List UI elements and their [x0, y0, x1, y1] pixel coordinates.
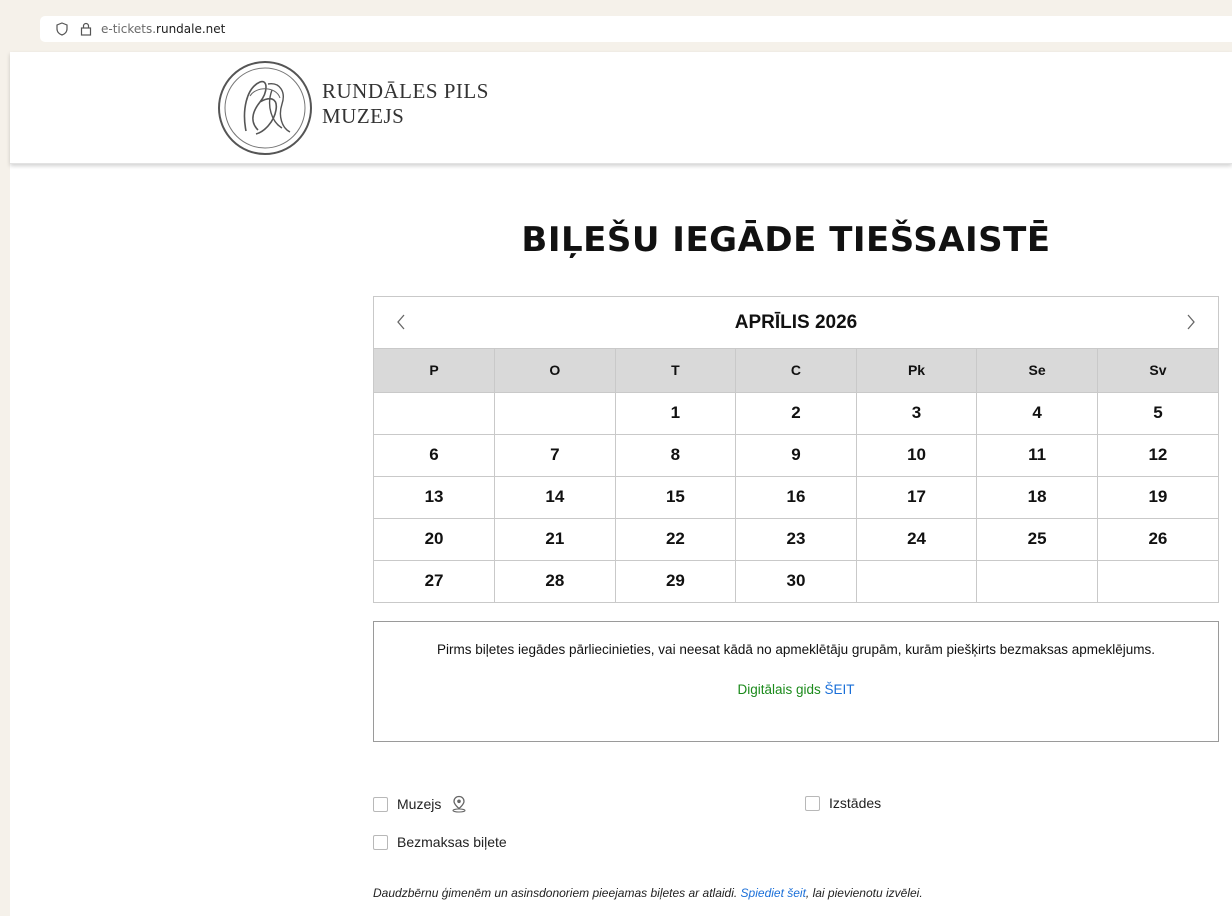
calendar-day[interactable]: 8	[615, 434, 737, 477]
calendar-day[interactable]: 12	[1097, 434, 1218, 477]
calendar-day[interactable]: 19	[1097, 476, 1218, 519]
url-prefix: e-tickets.	[101, 22, 157, 36]
calendar-day[interactable]: 28	[494, 560, 616, 602]
location-pin-icon[interactable]	[451, 795, 467, 813]
calendar-day[interactable]: 15	[615, 476, 737, 519]
calendar-week-row: 20 21 22 23 24 25 26	[374, 518, 1218, 561]
calendar-day[interactable]: 9	[735, 434, 857, 477]
calendar-day[interactable]: 22	[615, 518, 737, 561]
calendar-day[interactable]: 25	[976, 518, 1098, 561]
calendar-day[interactable]: 14	[494, 476, 616, 519]
exhibitions-option[interactable]: Izstādes	[805, 795, 881, 811]
page: RUNDĀLES PILS MUZEJS BIĻEŠU IEGĀDE TIEŠS…	[10, 52, 1232, 916]
calendar-header: APRĪLIS 2026	[374, 297, 1218, 349]
calendar: APRĪLIS 2026 P O T C Pk Se Sv 1 2 3 4 5 …	[373, 296, 1219, 603]
calendar-empty-cell	[976, 560, 1098, 602]
calendar-day[interactable]: 16	[735, 476, 857, 519]
weekday-header: P	[374, 349, 496, 393]
calendar-day[interactable]: 5	[1097, 392, 1218, 435]
lock-icon[interactable]	[80, 22, 92, 36]
url-domain: rundale.net	[156, 22, 226, 36]
calendar-week-row: 13 14 15 16 17 18 19	[374, 476, 1218, 519]
discount-note-text: Daudzbērnu ģimenēm un asinsdonoriem piee…	[373, 886, 741, 900]
calendar-day[interactable]: 3	[856, 392, 978, 435]
calendar-day[interactable]: 2	[735, 392, 857, 435]
free-ticket-option[interactable]: Bezmaksas biļete	[373, 834, 507, 850]
page-title: BIĻEŠU IEGĀDE TIEŠSAISTĒ	[521, 220, 1051, 260]
calendar-day[interactable]: 29	[615, 560, 737, 602]
calendar-day[interactable]: 24	[856, 518, 978, 561]
exhibitions-label: Izstādes	[829, 795, 882, 811]
calendar-day[interactable]: 6	[374, 434, 496, 477]
calendar-empty-cell	[374, 392, 496, 435]
weekday-header: C	[735, 349, 857, 393]
calendar-day[interactable]: 26	[1097, 518, 1218, 561]
discount-link[interactable]: Spiediet šeit	[741, 886, 806, 900]
discount-note-text-end: , lai pievienotu izvēlei.	[805, 886, 923, 900]
calendar-day[interactable]: 20	[374, 518, 496, 561]
calendar-month: APRĪLIS 2026	[734, 312, 858, 333]
shield-icon[interactable]	[56, 22, 68, 36]
site-header: RUNDĀLES PILS MUZEJS	[10, 52, 1232, 164]
free-ticket-checkbox[interactable]	[373, 834, 388, 850]
address-bar[interactable]: e-tickets.rundale.net	[40, 16, 1232, 42]
calendar-week-row: 27 28 29 30	[374, 560, 1218, 602]
calendar-empty-cell	[856, 560, 978, 602]
museum-logo-icon[interactable]	[216, 56, 314, 160]
brand-name[interactable]: RUNDĀLES PILS MUZEJS	[322, 79, 489, 129]
brand-line-1: RUNDĀLES PILS	[322, 79, 489, 103]
calendar-week-row: 1 2 3 4 5	[374, 392, 1218, 435]
calendar-empty-cell	[494, 392, 616, 435]
calendar-day[interactable]: 1	[615, 392, 737, 435]
browser-toolbar: e-tickets.rundale.net	[0, 0, 1232, 52]
weekday-header: T	[615, 349, 737, 393]
calendar-day[interactable]: 21	[494, 518, 616, 561]
digital-guide-label: Digitālais gids	[737, 682, 821, 697]
free-visit-notice: Pirms biļetes iegādes pārliecinieties, v…	[373, 621, 1219, 742]
calendar-grid: P O T C Pk Se Sv 1 2 3 4 5 6 7 8 9 10 11…	[374, 349, 1218, 602]
chevron-right-icon[interactable]	[1184, 313, 1198, 331]
url-text[interactable]: e-tickets.rundale.net	[101, 22, 225, 36]
calendar-day[interactable]: 27	[374, 560, 496, 602]
calendar-day[interactable]: 11	[976, 434, 1098, 477]
digital-guide-line: Digitālais gids ŠEIT	[414, 682, 1178, 697]
brand-line-2: MUZEJS	[322, 104, 405, 128]
digital-guide-link[interactable]: ŠEIT	[825, 682, 855, 697]
calendar-day[interactable]: 23	[735, 518, 857, 561]
weekday-header: Sv	[1097, 349, 1218, 393]
calendar-day[interactable]: 17	[856, 476, 978, 519]
weekday-header: Pk	[856, 349, 978, 393]
calendar-day[interactable]: 4	[976, 392, 1098, 435]
calendar-day[interactable]: 13	[374, 476, 496, 519]
calendar-empty-cell	[1097, 560, 1218, 602]
calendar-day[interactable]: 10	[856, 434, 978, 477]
museum-option[interactable]: Muzejs	[373, 795, 467, 813]
calendar-day[interactable]: 30	[735, 560, 857, 602]
exhibitions-checkbox[interactable]	[805, 795, 820, 811]
museum-label: Muzejs	[397, 796, 442, 812]
calendar-day[interactable]: 18	[976, 476, 1098, 519]
free-ticket-label: Bezmaksas biļete	[397, 834, 507, 850]
weekday-header: O	[494, 349, 616, 393]
notice-text: Pirms biļetes iegādes pārliecinieties, v…	[436, 642, 1156, 657]
museum-checkbox[interactable]	[373, 796, 388, 812]
discount-note: Daudzbērnu ģimenēm un asinsdonoriem piee…	[373, 886, 923, 900]
calendar-week-row: 6 7 8 9 10 11 12	[374, 434, 1218, 477]
calendar-day[interactable]: 7	[494, 434, 616, 477]
weekday-header: Se	[976, 349, 1098, 393]
weekday-header-row: P O T C Pk Se Sv	[374, 349, 1218, 393]
